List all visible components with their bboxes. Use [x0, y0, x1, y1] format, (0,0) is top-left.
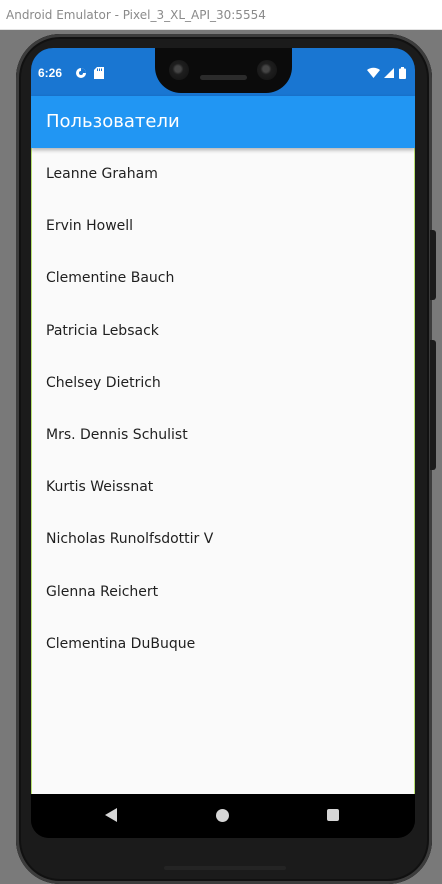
- user-list-container[interactable]: Leanne Graham Ervin Howell Clementine Ba…: [31, 148, 415, 794]
- battery-icon: [399, 66, 411, 79]
- page-title: Пользователи: [46, 111, 180, 132]
- list-item[interactable]: Kurtis Weissnat: [32, 461, 414, 513]
- list-item[interactable]: Clementine Bauch: [32, 252, 414, 304]
- device-screen: 6:26 Пользователи Leanne Graham Ervin Ho…: [31, 48, 415, 838]
- wifi-icon: [367, 66, 380, 78]
- list-item[interactable]: Mrs. Dennis Schulist: [32, 409, 414, 461]
- status-time: 6:26: [38, 66, 63, 80]
- emulator-title-bar: Android Emulator - Pixel_3_XL_API_30:555…: [0, 0, 442, 30]
- display-notch: [155, 48, 292, 93]
- status-bar: 6:26: [31, 48, 415, 96]
- phone-bottom-edge: [164, 866, 286, 870]
- recents-icon[interactable]: [327, 809, 339, 821]
- front-camera-icon: [169, 60, 189, 80]
- earpiece-speaker: [200, 75, 247, 80]
- back-icon[interactable]: [105, 808, 117, 822]
- window-title: Android Emulator - Pixel_3_XL_API_30:555…: [6, 8, 266, 22]
- list-item[interactable]: Clementina DuBuque: [32, 618, 414, 670]
- sd-card-icon: [94, 66, 106, 79]
- navigation-bar: [31, 794, 415, 838]
- power-button[interactable]: [430, 230, 436, 300]
- list-item[interactable]: Ervin Howell: [32, 200, 414, 252]
- volume-button[interactable]: [430, 340, 436, 470]
- user-list: Leanne Graham Ervin Howell Clementine Ba…: [32, 148, 414, 670]
- list-item[interactable]: Leanne Graham: [32, 148, 414, 200]
- list-item[interactable]: Nicholas Runolfsdottir V: [32, 513, 414, 565]
- home-icon[interactable]: [216, 809, 229, 822]
- list-item[interactable]: Chelsey Dietrich: [32, 357, 414, 409]
- front-camera-icon: [257, 60, 277, 80]
- app-bar: Пользователи: [31, 96, 415, 148]
- list-item[interactable]: Glenna Reichert: [32, 566, 414, 618]
- list-item[interactable]: Patricia Lebsack: [32, 305, 414, 357]
- data-saver-icon: [75, 66, 87, 78]
- cell-signal-icon: [383, 66, 395, 78]
